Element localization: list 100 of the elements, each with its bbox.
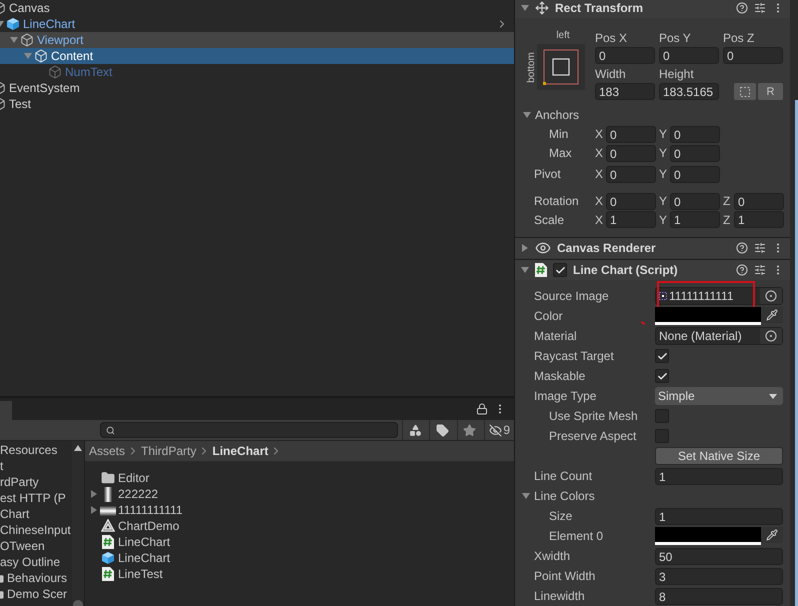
number-field[interactable]: 0	[670, 126, 720, 143]
field-label: Pos Y	[659, 30, 692, 47]
help-icon[interactable]	[736, 264, 748, 276]
folder-name[interactable]: Demo Scer	[7, 587, 68, 601]
number-field[interactable]: 50	[655, 548, 783, 565]
sliders-icon[interactable]	[754, 264, 766, 276]
tag-icon	[436, 424, 449, 436]
number-field[interactable]: 0	[723, 47, 783, 64]
breadcrumb-link[interactable]: ThirdParty	[141, 444, 196, 458]
folder-name[interactable]: rdParty	[0, 475, 39, 489]
scrollbar[interactable]	[72, 441, 84, 606]
vector-label: Pivot	[533, 167, 562, 182]
object-field[interactable]: None (Material)	[655, 327, 783, 346]
expanded-arrow-icon[interactable]	[521, 266, 529, 274]
color-swatch[interactable]	[655, 307, 761, 326]
filter-button[interactable]: 9	[484, 420, 514, 440]
number-field[interactable]: 1	[670, 211, 720, 228]
checkbox[interactable]	[655, 409, 669, 424]
collapsed-arrow-icon[interactable]	[521, 244, 529, 252]
hierarchy-row[interactable]: Viewport	[0, 32, 514, 48]
sliders-icon[interactable]	[754, 2, 766, 14]
number-field[interactable]: 8	[655, 588, 783, 605]
expanded-arrow-icon[interactable]	[10, 36, 18, 44]
asset-name[interactable]: 11111111111	[118, 503, 183, 517]
property-label: Use Sprite Mesh	[548, 409, 638, 424]
number-field[interactable]: 1	[606, 211, 656, 228]
number-field[interactable]: 0	[606, 144, 656, 162]
checkbox[interactable]	[655, 349, 669, 364]
asset-name[interactable]: 222222	[118, 487, 158, 501]
color-swatch[interactable]	[655, 527, 761, 546]
asset-name[interactable]: LineTest	[118, 567, 163, 581]
checkbox[interactable]	[655, 369, 669, 384]
eyedropper-button[interactable]	[761, 527, 783, 544]
collapsed-arrow-icon[interactable]	[90, 490, 98, 498]
number-field[interactable]: 183	[595, 83, 655, 100]
hierarchy-row[interactable]: Test	[0, 96, 514, 112]
number-field[interactable]: 183.5165	[659, 83, 719, 100]
number-field[interactable]: 0	[606, 126, 656, 143]
number-field[interactable]: 0	[595, 47, 655, 64]
search-field[interactable]	[100, 422, 398, 438]
number-field[interactable]: 0	[734, 192, 784, 210]
expanded-arrow-icon[interactable]	[521, 4, 529, 12]
asset-name[interactable]: ChartDemo	[118, 519, 180, 533]
folder-name[interactable]: ChineseInput	[0, 523, 71, 537]
expanded-arrow-icon[interactable]	[523, 111, 531, 120]
folder-name[interactable]: asy Outline	[0, 555, 60, 569]
hierarchy-row[interactable]: Canvas	[0, 0, 514, 16]
object-field[interactable]: 11111111111	[655, 287, 783, 306]
asset-name[interactable]: Editor	[118, 471, 150, 485]
folder-name[interactable]: Behaviours	[7, 571, 68, 585]
sliders-icon[interactable]	[754, 242, 766, 254]
folder-name[interactable]: OTween	[0, 539, 45, 553]
triangle-logo-icon	[101, 519, 115, 533]
cube-icon	[6, 17, 20, 31]
hierarchy-row[interactable]: Content	[0, 48, 514, 64]
scroll-up-arrow-icon[interactable]	[74, 445, 82, 451]
number-field[interactable]: 0	[670, 166, 720, 183]
checkbox[interactable]	[553, 263, 567, 278]
object-picker-button[interactable]	[760, 288, 782, 304]
set-native-size-button[interactable]: Set Native Size	[655, 447, 783, 466]
axis-label: X	[595, 167, 604, 182]
check-icon	[656, 370, 668, 382]
number-field[interactable]: 0	[606, 192, 656, 210]
object-picker-button[interactable]	[760, 328, 782, 344]
number-field[interactable]: 0	[606, 166, 656, 183]
property-label: Material	[533, 329, 577, 344]
number-field[interactable]: 3	[655, 568, 783, 585]
lock-icon[interactable]	[476, 403, 488, 415]
help-icon[interactable]	[736, 242, 748, 254]
checkbox[interactable]	[655, 429, 669, 444]
number-field[interactable]: 0	[659, 47, 719, 64]
anchor-label: left	[556, 30, 570, 41]
anchor-preset-button[interactable]	[537, 44, 585, 90]
collapsed-arrow-icon[interactable]	[90, 506, 98, 514]
folder-name[interactable]: est HTTP (P	[0, 491, 66, 505]
number-field[interactable]: 1	[655, 508, 783, 525]
folder-name[interactable]: t	[0, 459, 4, 473]
help-icon[interactable]	[736, 2, 748, 14]
breadcrumb-link[interactable]: LineChart	[212, 444, 268, 458]
asset-name[interactable]: LineChart	[118, 535, 170, 549]
breadcrumb-link[interactable]: Assets	[89, 444, 126, 458]
raw-edit-button[interactable]: R	[758, 83, 783, 100]
folder-name[interactable]: Resources	[0, 443, 58, 457]
hierarchy-row[interactable]: LineChart	[0, 16, 514, 32]
hierarchy-row[interactable]: EventSystem	[0, 80, 514, 96]
blueprint-mode-button[interactable]	[734, 83, 756, 100]
number-field[interactable]: 1	[734, 211, 784, 228]
number-field[interactable]: 1	[655, 468, 783, 485]
dropdown[interactable]: Simple	[655, 387, 783, 406]
scroll-thumb[interactable]	[795, 100, 798, 606]
number-field[interactable]: 0	[670, 192, 720, 210]
expanded-arrow-icon[interactable]	[522, 492, 530, 500]
folder-name[interactable]: Chart	[0, 507, 30, 521]
eyedropper-button[interactable]	[761, 307, 783, 324]
foldout-label[interactable]: Line Colors	[515, 489, 595, 504]
field-label: Height	[659, 66, 695, 83]
foldout-label[interactable]: Anchors	[535, 108, 580, 122]
scrollbar[interactable]	[790, 0, 798, 606]
asset-name[interactable]: LineChart	[118, 551, 170, 565]
number-field[interactable]: 0	[670, 144, 720, 162]
